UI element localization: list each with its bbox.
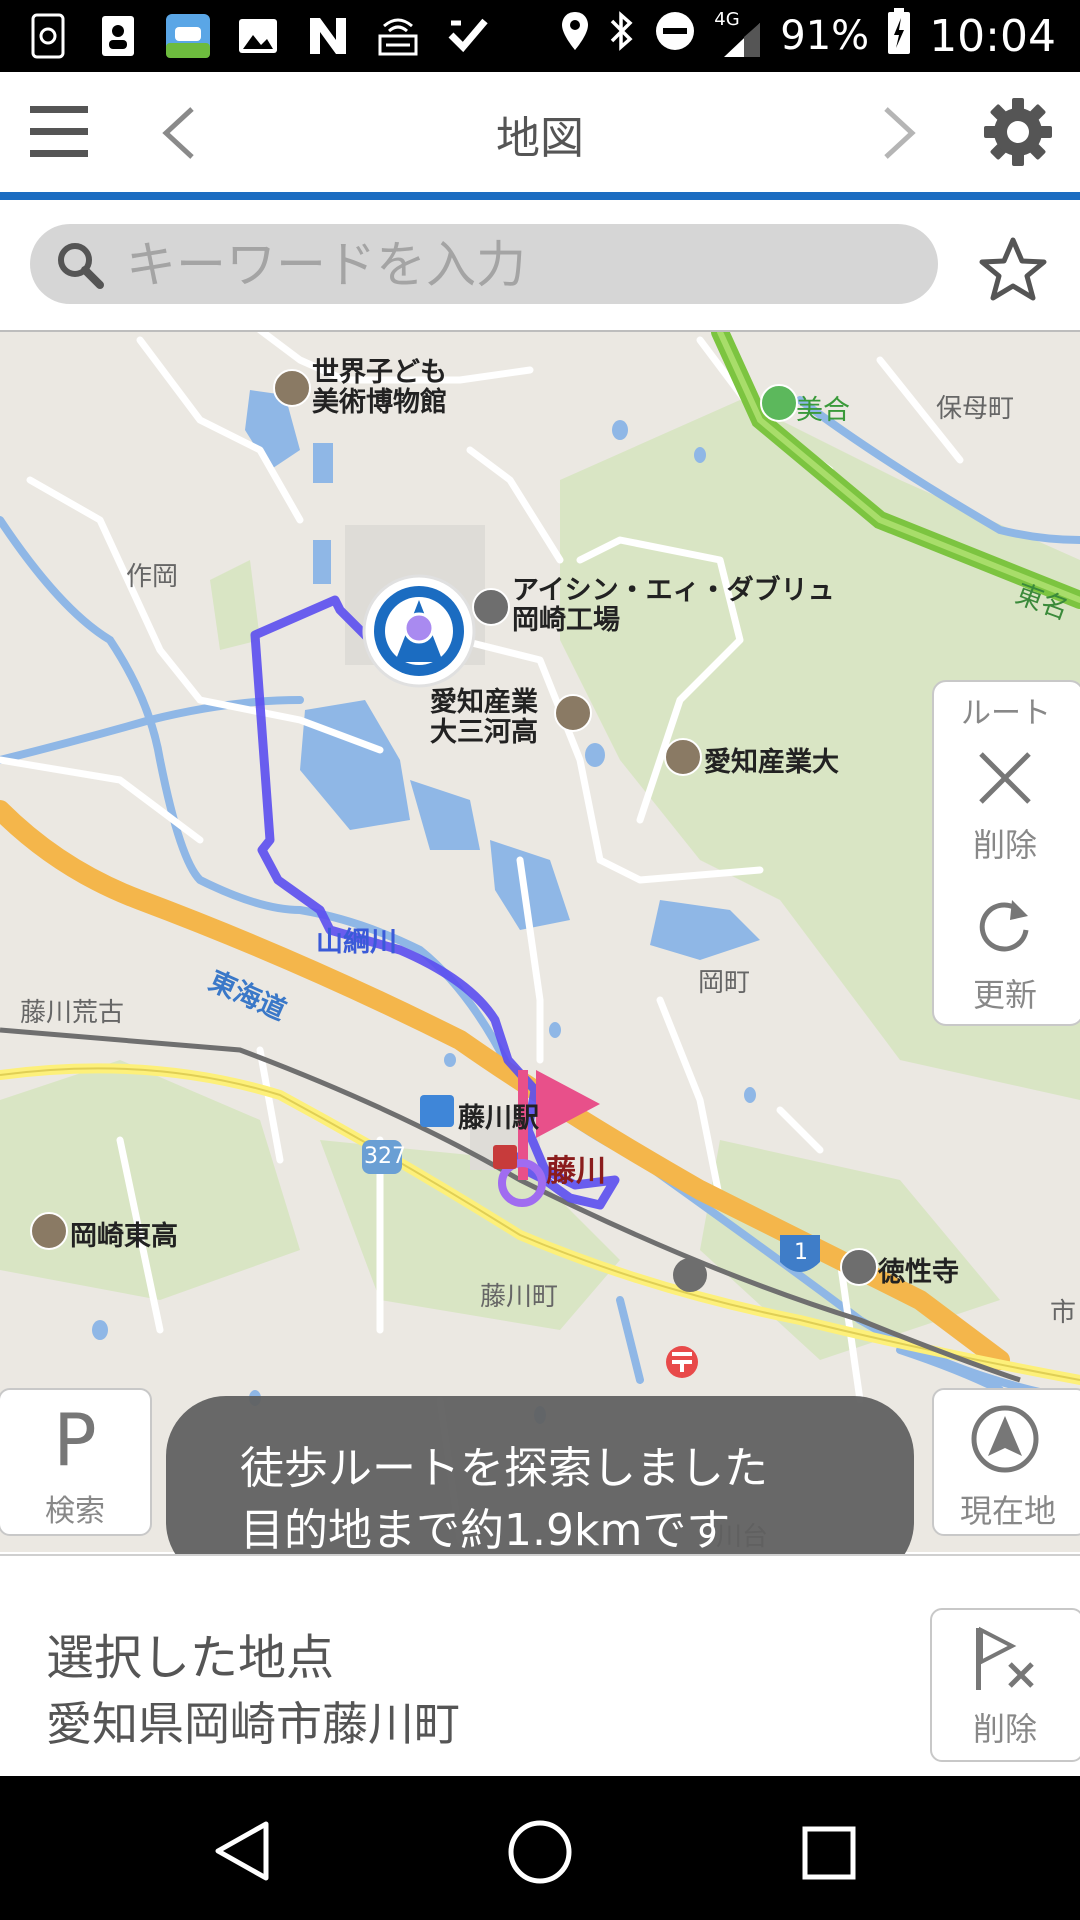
selected-point-title: 選択した地点 bbox=[46, 1630, 335, 1686]
status-bar: 4G 91% 10:04 bbox=[0, 0, 1080, 72]
parking-search-label: 検索 bbox=[45, 1494, 105, 1529]
factory-poi-icon[interactable] bbox=[472, 588, 510, 626]
map-label-ichi: 市 bbox=[1050, 1298, 1077, 1328]
map-label-fujikawa-station[interactable]: 藤川駅 bbox=[458, 1096, 539, 1135]
task-check-icon bbox=[444, 13, 492, 59]
star-icon bbox=[979, 237, 1047, 301]
car-navi-app-icon bbox=[164, 13, 212, 59]
forward-button[interactable] bbox=[880, 105, 920, 161]
contacts-icon bbox=[94, 13, 142, 59]
selected-point-address: 愛知県岡崎市藤川町 bbox=[46, 1697, 460, 1751]
wifi-router-icon bbox=[374, 13, 422, 59]
system-status: 4G 91% 10:04 bbox=[560, 0, 1056, 72]
route-1-shield: 1 bbox=[794, 1240, 808, 1265]
map-canvas[interactable] bbox=[0, 332, 1080, 1552]
map-label-river: 山綱川 bbox=[316, 927, 397, 958]
map-label-museum[interactable]: 世界子ども 美術博物館 bbox=[312, 358, 447, 418]
point-delete-label: 削除 bbox=[972, 1710, 1037, 1748]
app-bar-divider bbox=[0, 192, 1080, 200]
route-panel-title: ルート bbox=[961, 696, 1051, 731]
map-label-factory[interactable]: アイシン・エィ・ダブリュ 岡崎工場 bbox=[512, 576, 835, 636]
map-label-fujikawa-araco: 藤川荒古 bbox=[20, 998, 125, 1028]
route-refresh-label: 更新 bbox=[972, 976, 1037, 1014]
nav-home-icon bbox=[508, 1820, 572, 1884]
school1-poi-icon[interactable] bbox=[554, 694, 592, 732]
notification-icons bbox=[24, 10, 492, 62]
settings-button[interactable] bbox=[982, 96, 1054, 168]
search-input[interactable] bbox=[124, 234, 908, 296]
nav-back-icon bbox=[215, 1821, 269, 1881]
map-view[interactable]: 世界子ども 美術博物館 アイシン・エィ・ダブリュ 岡崎工場 愛知産業 大三河高 … bbox=[0, 332, 1080, 1552]
battery-percent: 91% bbox=[780, 13, 870, 59]
signal-icon: 4G bbox=[714, 9, 762, 59]
gear-icon bbox=[984, 98, 1052, 166]
map-label-okacho: 岡町 bbox=[698, 968, 751, 998]
current-location-label: 現在地 bbox=[959, 1492, 1056, 1530]
toast-line-1: 徒歩ルートを探索しました bbox=[240, 1443, 768, 1494]
forward-arrow-icon bbox=[884, 107, 916, 159]
flag-delete-icon bbox=[966, 1624, 1046, 1694]
university-poi-icon[interactable] bbox=[664, 738, 702, 776]
nav-home-button[interactable] bbox=[506, 1818, 574, 1886]
clock: 10:04 bbox=[929, 10, 1056, 62]
okazaki-east-poi-icon[interactable] bbox=[30, 1212, 68, 1250]
gallery-icon bbox=[234, 13, 282, 59]
route-327-shield: 327 bbox=[364, 1144, 406, 1169]
toast-line-2: 目的地まで約1.9kmです bbox=[240, 1505, 731, 1556]
map-label-school1[interactable]: 愛知産業 大三河高 bbox=[430, 688, 538, 748]
nav-recent-icon bbox=[802, 1826, 856, 1880]
nav-recent-button[interactable] bbox=[802, 1826, 856, 1880]
map-label-okazaki-east[interactable]: 岡崎東高 bbox=[70, 1214, 178, 1253]
n-app-icon bbox=[304, 13, 352, 59]
map-label-mikawa[interactable]: 美合 bbox=[796, 388, 850, 427]
nav-back-button[interactable] bbox=[210, 1818, 272, 1884]
location-pin-icon bbox=[560, 10, 590, 62]
network-type: 4G bbox=[714, 9, 740, 30]
refresh-icon bbox=[972, 894, 1036, 958]
map-label-sakuoka: 作岡 bbox=[126, 562, 179, 592]
favorite-button[interactable] bbox=[978, 236, 1048, 302]
bluetooth-icon bbox=[608, 9, 636, 63]
map-label-university[interactable]: 愛知産業大 bbox=[704, 740, 839, 779]
map-label-fujikawacho: 藤川町 bbox=[480, 1282, 559, 1312]
route-delete-label: 削除 bbox=[972, 826, 1037, 864]
battery-icon bbox=[887, 8, 911, 64]
map-label-hobocho: 保母町 bbox=[936, 394, 1015, 424]
location-arrow-icon bbox=[970, 1404, 1040, 1474]
temple-poi-icon[interactable] bbox=[840, 1248, 878, 1286]
do-not-disturb-icon bbox=[654, 10, 696, 62]
parking-icon: P bbox=[53, 1398, 97, 1482]
museum-poi-icon[interactable] bbox=[273, 369, 311, 407]
app-notification-icon bbox=[24, 13, 72, 59]
map-label-tokushoji[interactable]: 徳性寺 bbox=[878, 1250, 959, 1289]
parking-poi-icon[interactable] bbox=[760, 384, 798, 422]
close-icon bbox=[975, 748, 1035, 808]
search-icon bbox=[55, 240, 105, 290]
map-label-fujikawa[interactable]: 藤川 bbox=[546, 1146, 606, 1190]
